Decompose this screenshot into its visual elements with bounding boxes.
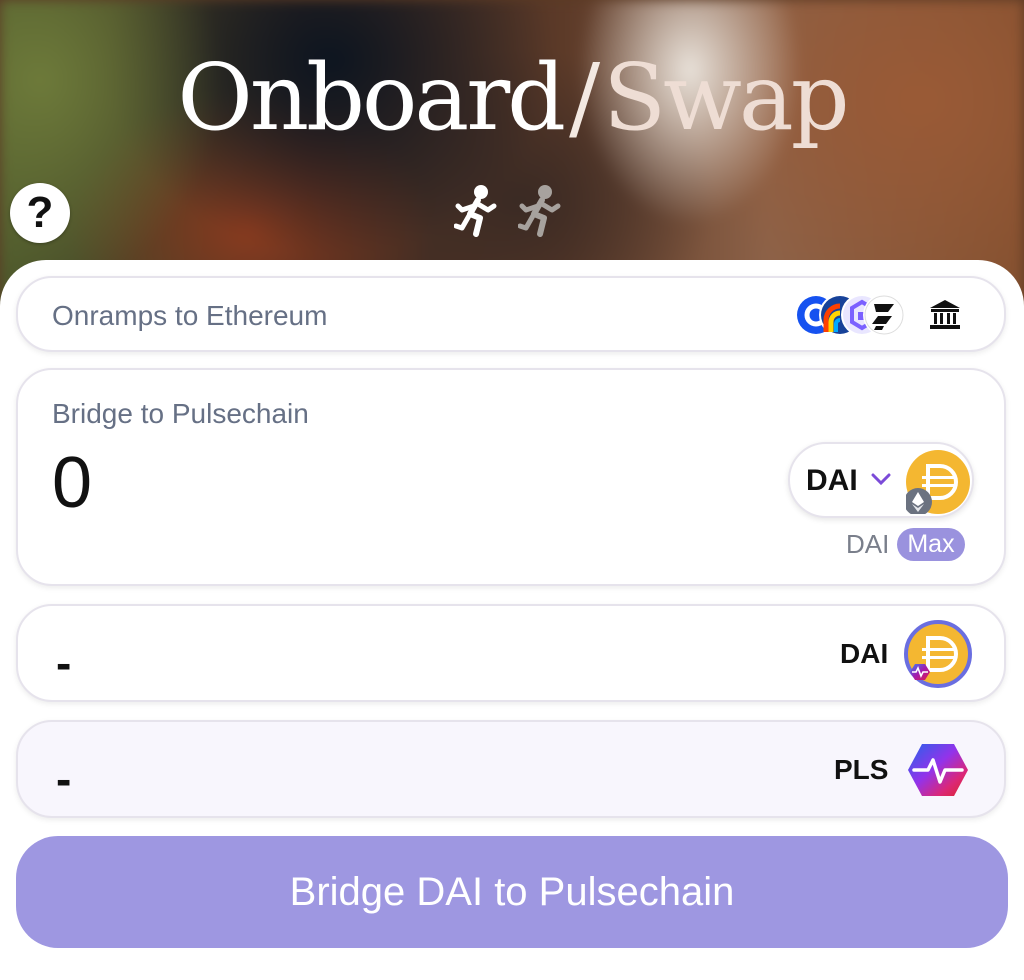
title-separator: / <box>569 44 600 151</box>
bridge-button[interactable]: Bridge DAI to Pulsechain <box>16 836 1008 948</box>
page-title: Onboard/Swap <box>0 52 1024 144</box>
amount-input[interactable]: 0 <box>52 442 92 524</box>
onramp-label: Onramps to Ethereum <box>52 300 328 331</box>
dai-ethereum-icon <box>906 450 970 514</box>
output-row-dai: - DAI <box>16 604 1006 702</box>
output-symbol: DAI <box>840 638 889 669</box>
output-amount: - <box>56 637 72 689</box>
runner-icon-active[interactable] <box>454 184 498 240</box>
onramp-row[interactable]: Onramps to Ethereum <box>16 276 1006 352</box>
bank-icon[interactable] <box>928 298 962 332</box>
output-symbol: PLS <box>834 754 889 785</box>
output-amount: - <box>56 753 72 805</box>
onramp-providers <box>795 294 905 336</box>
title-swap[interactable]: Swap <box>603 44 850 151</box>
stripe-icon <box>863 294 905 336</box>
dai-pulsechain-icon <box>904 620 972 688</box>
token-symbol: DAI <box>806 464 858 497</box>
runner-icon-inactive[interactable] <box>518 184 562 240</box>
token-selector[interactable]: DAI <box>788 442 974 518</box>
pulsechain-icon <box>908 744 968 796</box>
max-button[interactable]: Max <box>897 528 965 561</box>
bridge-input-panel: Bridge to Pulsechain 0 DAI DAI Max <box>16 368 1006 586</box>
output-row-pls: - PLS <box>16 720 1006 818</box>
chevron-down-icon <box>871 473 891 486</box>
balance-row: DAI Max <box>846 528 965 561</box>
help-icon: ? <box>26 188 54 237</box>
title-onboard[interactable]: Onboard <box>177 44 566 151</box>
bridge-label: Bridge to Pulsechain <box>52 398 309 429</box>
step-indicator <box>454 184 562 240</box>
help-button[interactable]: ? <box>10 183 70 243</box>
balance-symbol: DAI <box>846 529 890 559</box>
